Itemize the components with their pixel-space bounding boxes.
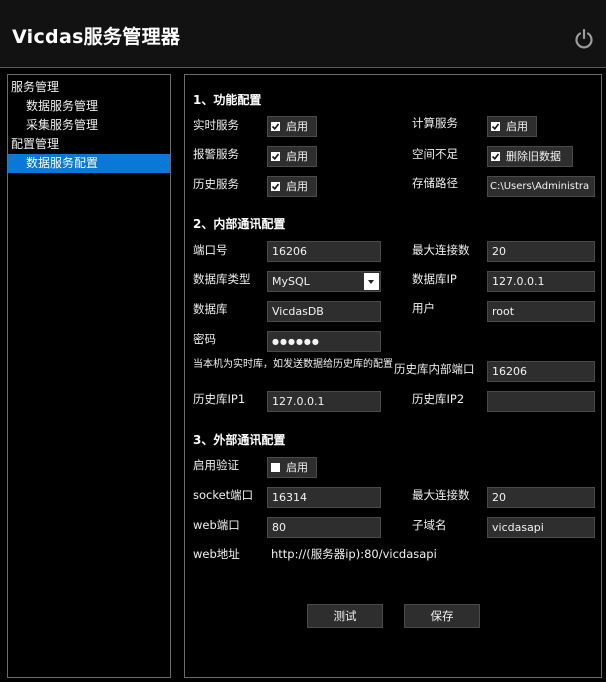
- enable-auth-label: 启用验证: [193, 458, 239, 472]
- history-ip2-label: 历史库IP2: [412, 392, 465, 406]
- sidebar-item-data-service-config[interactable]: 数据服务配置: [8, 154, 170, 173]
- web-port-label: web端口: [193, 518, 240, 532]
- external-max-connections-label: 最大连接数: [412, 488, 470, 502]
- sidebar-item-data-service-management[interactable]: 数据服务管理: [8, 97, 170, 116]
- section-function-config-title: 1、功能配置: [193, 93, 262, 107]
- history-internal-port-label: 历史库内部端口: [394, 362, 475, 376]
- password-input[interactable]: ●●●●●●: [267, 331, 381, 352]
- history-service-checkbox[interactable]: 启用: [267, 176, 317, 197]
- test-button[interactable]: 测试: [307, 604, 383, 628]
- alarm-service-label: 报警服务: [193, 147, 239, 161]
- realtime-service-label: 实时服务: [193, 118, 239, 132]
- checkbox-checked-icon: [491, 122, 500, 131]
- web-address-value: http://(服务器ip):80/vicdasapi: [271, 547, 437, 561]
- checkbox-checked-icon: [271, 122, 280, 131]
- enable-auth-checkbox[interactable]: 启用: [267, 457, 317, 478]
- alarm-service-checkbox[interactable]: 启用: [267, 146, 317, 167]
- realtime-db-note: 当本机为实时库，如发送数据给历史库的配置: [193, 359, 393, 370]
- external-max-connections-input[interactable]: 20: [487, 487, 595, 508]
- port-input[interactable]: 16206: [267, 241, 381, 262]
- config-panel: 1、功能配置 实时服务 启用 计算服务 启用 报警服务 启用 空间不足 删除旧数…: [184, 74, 602, 678]
- db-ip-input[interactable]: 127.0.0.1: [487, 271, 595, 292]
- database-label: 数据库: [193, 302, 228, 316]
- title-bar: Vicdas服务管理器: [0, 0, 606, 68]
- db-ip-label: 数据库IP: [412, 272, 457, 286]
- subdomain-label: 子域名: [412, 518, 447, 532]
- max-connections-label: 最大连接数: [412, 243, 470, 257]
- history-ip1-label: 历史库IP1: [193, 392, 246, 406]
- password-label: 密码: [193, 332, 216, 346]
- sidebar-item-service-management[interactable]: 服务管理: [8, 78, 170, 97]
- checkbox-unchecked-icon: [271, 463, 280, 472]
- history-internal-port-input[interactable]: 16206: [487, 361, 595, 382]
- app-title: Vicdas服务管理器: [12, 26, 181, 48]
- port-label: 端口号: [193, 243, 228, 257]
- checkbox-checked-icon: [271, 182, 280, 191]
- sidebar-nav: 服务管理 数据服务管理 采集服务管理 配置管理 数据服务配置: [7, 74, 171, 678]
- section-external-comm-title: 3、外部通讯配置: [193, 433, 286, 447]
- checkbox-checked-icon: [491, 152, 500, 161]
- history-ip1-input[interactable]: 127.0.0.1: [267, 391, 381, 412]
- compute-service-checkbox[interactable]: 启用: [487, 116, 537, 137]
- storage-path-input[interactable]: C:\Users\Administra: [487, 176, 595, 197]
- user-label: 用户: [412, 301, 435, 315]
- web-port-input[interactable]: 80: [267, 517, 381, 538]
- section-internal-comm-title: 2、内部通讯配置: [193, 217, 286, 231]
- sidebar-item-config-management[interactable]: 配置管理: [8, 135, 170, 154]
- subdomain-input[interactable]: vicdasapi: [487, 517, 595, 538]
- checkbox-checked-icon: [271, 152, 280, 161]
- web-address-label: web地址: [193, 547, 240, 561]
- chevron-down-icon[interactable]: [364, 273, 379, 290]
- db-type-label: 数据库类型: [193, 272, 251, 286]
- save-button[interactable]: 保存: [404, 604, 480, 628]
- database-input[interactable]: VicdasDB: [267, 301, 381, 322]
- socket-port-input[interactable]: 16314: [267, 487, 381, 508]
- realtime-service-checkbox[interactable]: 启用: [267, 116, 317, 137]
- history-ip2-input[interactable]: [487, 391, 595, 412]
- compute-service-label: 计算服务: [412, 116, 458, 130]
- low-space-label: 空间不足: [412, 147, 458, 161]
- max-connections-input[interactable]: 20: [487, 241, 595, 262]
- user-input[interactable]: root: [487, 301, 595, 322]
- db-type-select[interactable]: MySQL: [267, 271, 381, 292]
- storage-path-label: 存储路径: [412, 176, 458, 190]
- socket-port-label: socket端口: [193, 488, 254, 502]
- history-service-label: 历史服务: [193, 177, 239, 191]
- power-icon[interactable]: [574, 28, 594, 50]
- delete-old-data-checkbox[interactable]: 删除旧数据: [487, 146, 573, 167]
- sidebar-item-collection-service-management[interactable]: 采集服务管理: [8, 116, 170, 135]
